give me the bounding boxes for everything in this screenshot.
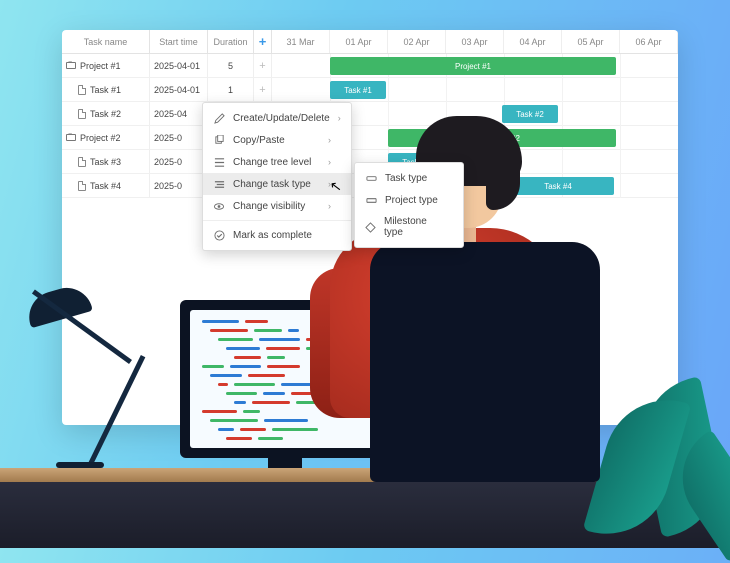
project-t-icon <box>365 194 377 206</box>
menu-separator <box>203 220 351 221</box>
file-icon <box>78 109 86 119</box>
type-icon <box>213 178 225 190</box>
chevron-right-icon: › <box>328 157 331 167</box>
submenu-item-label: Project type <box>385 195 438 206</box>
check-icon <box>213 229 225 241</box>
submenu-item-label: Task type <box>385 173 427 184</box>
timeline-date-cell: 04 Apr <box>504 30 562 53</box>
task-row[interactable]: Task #1 2025-04-011+ Task #1 <box>62 78 678 102</box>
copy-icon <box>213 134 225 146</box>
menu-item-label: Change task type <box>233 179 311 190</box>
submenu-item-milestone-type[interactable]: Milestone type <box>355 211 463 243</box>
timeline-date-cell: 01 Apr <box>330 30 388 53</box>
eye-icon <box>213 200 225 212</box>
task-row[interactable]: Task #22025-04+Task #2 <box>62 102 678 126</box>
context-submenu[interactable]: Task type Project type Milestone type <box>354 162 464 248</box>
indent-icon <box>213 156 225 168</box>
timeline-lane[interactable]: Task #1 <box>272 78 678 101</box>
duration-cell[interactable]: 5 <box>208 54 254 77</box>
task-name-label: Task #4 <box>90 181 121 191</box>
submenu-item-project-type[interactable]: Project type <box>355 189 463 211</box>
pencil-icon <box>213 112 225 124</box>
task-name-cell[interactable]: Project #2 <box>62 126 150 149</box>
timeline-date-cell: 31 Mar <box>272 30 330 53</box>
add-column-button[interactable]: + <box>254 30 272 53</box>
menu-item-label: Mark as complete <box>233 230 312 241</box>
col-header-name[interactable]: Task name <box>62 30 150 53</box>
task-name-cell[interactable]: Task #2 <box>62 102 150 125</box>
milestone-t-icon <box>365 221 376 233</box>
folder-icon <box>66 134 76 141</box>
menu-item-mark-as-complete[interactable]: Mark as complete <box>203 224 351 246</box>
timeline-date-cell: 02 Apr <box>388 30 446 53</box>
submenu-item-task-type[interactable]: Task type <box>355 167 463 189</box>
menu-item-label: Change tree level <box>233 157 311 168</box>
menu-item-change-tree-level[interactable]: Change tree level › <box>203 151 351 173</box>
start-time-cell[interactable]: 2025-0 <box>150 174 208 197</box>
col-header-start[interactable]: Start time <box>150 30 208 53</box>
task-name-label: Task #1 <box>90 85 121 95</box>
menu-item-change-visibility[interactable]: Change visibility › <box>203 195 351 217</box>
project-row[interactable]: Project #22025-0+Project #2 <box>62 126 678 150</box>
chevron-right-icon: › <box>328 201 331 211</box>
chair-illustration <box>370 242 600 482</box>
task-name-label: Task #3 <box>90 157 121 167</box>
menu-item-label: Change visibility <box>233 201 305 212</box>
row-add-button[interactable]: + <box>254 78 272 101</box>
gantt-task-bar[interactable]: Task #1 <box>330 81 386 99</box>
chevron-right-icon: › <box>328 135 331 145</box>
file-icon <box>78 157 86 167</box>
grid-header: Task name Start time Duration + 31 Mar01… <box>62 30 678 54</box>
start-time-cell[interactable]: 2025-04-01 <box>150 54 208 77</box>
menu-item-label: Copy/Paste <box>233 135 285 146</box>
context-menu[interactable]: Create/Update/Delete›Copy/Paste›Change t… <box>202 102 352 251</box>
col-header-duration[interactable]: Duration <box>208 30 254 53</box>
timeline-date-cell: 05 Apr <box>562 30 620 53</box>
timeline-lane[interactable]: Project #1 <box>272 54 678 77</box>
task-name-cell[interactable]: Task #1 <box>62 78 150 101</box>
task-name-cell[interactable]: Task #3 <box>62 150 150 173</box>
file-icon <box>78 85 86 95</box>
start-time-cell[interactable]: 2025-04-01 <box>150 78 208 101</box>
task-name-cell[interactable]: Project #1 <box>62 54 150 77</box>
start-time-cell[interactable]: 2025-04 <box>150 102 208 125</box>
chevron-right-icon: › <box>338 113 341 123</box>
start-time-cell[interactable]: 2025-0 <box>150 150 208 173</box>
row-add-button[interactable]: + <box>254 54 272 77</box>
start-time-cell[interactable]: 2025-0 <box>150 126 208 149</box>
chevron-right-icon: › <box>328 179 331 189</box>
task-name-label: Project #1 <box>80 61 121 71</box>
gantt-project-bar[interactable]: Project #1 <box>330 57 616 75</box>
file-icon <box>78 181 86 191</box>
gantt-task-bar[interactable]: Task #2 <box>502 105 558 123</box>
folder-icon <box>66 62 76 69</box>
menu-item-label: Create/Update/Delete <box>233 113 330 124</box>
menu-item-create-update-delete[interactable]: Create/Update/Delete › <box>203 107 351 129</box>
timeline-header: 31 Mar01 Apr02 Apr03 Apr04 Apr05 Apr06 A… <box>272 30 678 53</box>
lamp-base-illustration <box>56 462 104 468</box>
menu-item-copy-paste[interactable]: Copy/Paste › <box>203 129 351 151</box>
duration-cell[interactable]: 1 <box>208 78 254 101</box>
task-name-label: Task #2 <box>90 109 121 119</box>
timeline-date-cell: 06 Apr <box>620 30 678 53</box>
menu-item-change-task-type[interactable]: Change task type › <box>203 173 351 195</box>
task-name-label: Project #2 <box>80 133 121 143</box>
task-t-icon <box>365 172 377 184</box>
submenu-item-label: Milestone type <box>384 216 443 238</box>
timeline-date-cell: 03 Apr <box>446 30 504 53</box>
task-name-cell[interactable]: Task #4 <box>62 174 150 197</box>
project-row[interactable]: Project #1 2025-04-015+ Project #1 <box>62 54 678 78</box>
